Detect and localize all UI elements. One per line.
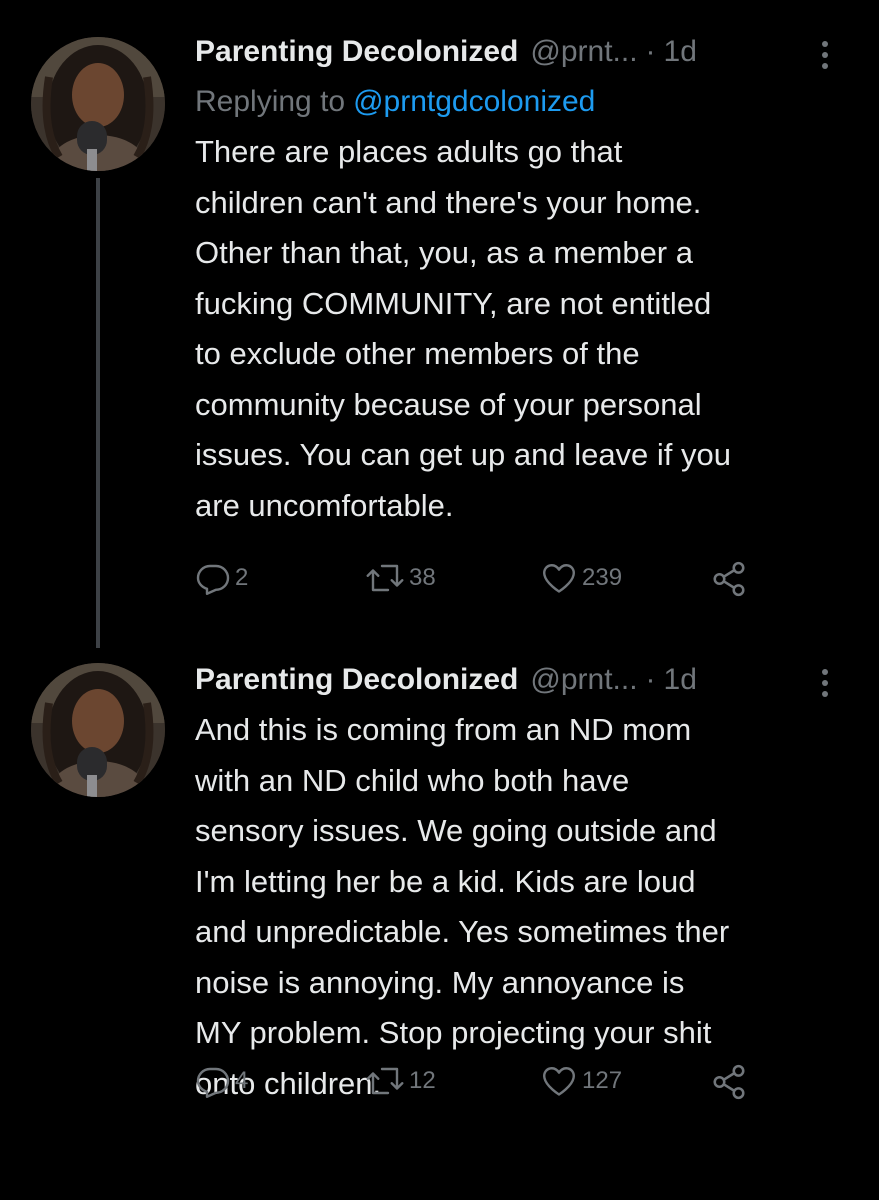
display-name[interactable]: Parenting Decolonized xyxy=(195,660,518,700)
profile-photo-icon xyxy=(31,37,165,171)
more-icon[interactable] xyxy=(821,668,829,698)
tweet-text-line: noise is annoying. My annoyance is xyxy=(195,964,685,1000)
avatar[interactable] xyxy=(31,663,165,797)
more-icon[interactable] xyxy=(821,40,829,70)
tweet-text-line: sensory issues. We going outside and xyxy=(195,813,717,848)
thread-line xyxy=(96,178,100,648)
share-icon xyxy=(713,1064,745,1100)
handle[interactable]: @prnt... xyxy=(530,32,637,72)
tweet-text-line: community because of your personal xyxy=(195,386,702,422)
tweet-text: There are places adults go that children… xyxy=(195,127,855,531)
reply-mention-link[interactable]: @prntgdcolonized xyxy=(353,85,595,118)
tweet-text-line: fucking COMMUNITY, are not entitled xyxy=(195,285,712,321)
reply-button[interactable]: 2 xyxy=(195,560,248,596)
tweet-text-line: children can't and there's your home. xyxy=(195,184,702,220)
display-name[interactable]: Parenting Decolonized xyxy=(195,32,518,72)
separator-dot: · xyxy=(645,663,656,696)
share-icon xyxy=(713,561,745,597)
separator-dot: · xyxy=(645,35,656,68)
like-button[interactable]: 127 xyxy=(540,1063,622,1099)
timestamp[interactable]: 1d xyxy=(664,32,697,72)
retweet-button[interactable]: 12 xyxy=(365,1063,436,1099)
tweet-text-line: MY problem. Stop projecting your shit xyxy=(195,1015,712,1050)
reply-icon xyxy=(196,564,230,595)
reply-icon xyxy=(196,1067,230,1098)
tweet-text-line: are uncomfortable. xyxy=(195,487,454,523)
tweet-content: Parenting Decolonized @prnt... · 1d And … xyxy=(195,660,855,1109)
tweet-text-line: There are places adults go that xyxy=(195,134,623,169)
share-button[interactable] xyxy=(710,560,748,598)
tweet[interactable]: Parenting Decolonized @prnt... · 1d Repl… xyxy=(0,20,879,648)
tweet-text-line: with an ND child who both have xyxy=(195,762,630,798)
tweet-text-line: and unpredictable. Yes sometimes ther xyxy=(195,914,730,949)
tweet[interactable]: Parenting Decolonized @prnt... · 1d And … xyxy=(0,648,879,1200)
replying-to-label: Replying to xyxy=(195,85,346,118)
tweet-header: Parenting Decolonized @prnt... · 1d xyxy=(195,32,855,72)
retweet-count: 38 xyxy=(409,564,436,591)
like-button[interactable]: 239 xyxy=(540,560,622,596)
tweet-text-line: I'm letting her be a kid. Kids are loud xyxy=(195,863,696,899)
tweet-text-line: onto children. xyxy=(195,1065,382,1101)
tweet-text-line: to exclude other members of the xyxy=(195,336,640,371)
replying-to: Replying to @prntgdcolonized xyxy=(195,82,855,122)
handle[interactable]: @prnt... xyxy=(530,660,637,700)
like-count: 239 xyxy=(582,564,623,591)
tweet-text-line: Other than that, you, as a member a xyxy=(195,235,693,270)
retweet-count: 12 xyxy=(409,1067,436,1094)
profile-photo-icon xyxy=(31,663,165,797)
tweet-header: Parenting Decolonized @prnt... · 1d xyxy=(195,660,855,700)
retweet-button[interactable]: 38 xyxy=(365,560,436,596)
timestamp[interactable]: 1d xyxy=(664,660,697,700)
share-button[interactable] xyxy=(710,1063,748,1101)
avatar[interactable] xyxy=(31,37,165,171)
like-count: 127 xyxy=(582,1067,623,1094)
tweet-text-line: And this is coming from an ND mom xyxy=(195,712,692,747)
tweet-content: Parenting Decolonized @prnt... · 1d Repl… xyxy=(195,32,855,531)
tweet-text: And this is coming from an ND mom with a… xyxy=(195,705,855,1109)
retweet-icon xyxy=(366,1067,404,1095)
tweet-text-line: issues. You can get up and leave if you xyxy=(195,437,732,472)
heart-icon xyxy=(543,564,575,593)
reply-button[interactable]: 4 xyxy=(195,1063,248,1099)
heart-icon xyxy=(543,1067,575,1096)
retweet-icon xyxy=(366,564,404,592)
reply-count: 4 xyxy=(235,1067,249,1094)
reply-count: 2 xyxy=(235,564,249,591)
